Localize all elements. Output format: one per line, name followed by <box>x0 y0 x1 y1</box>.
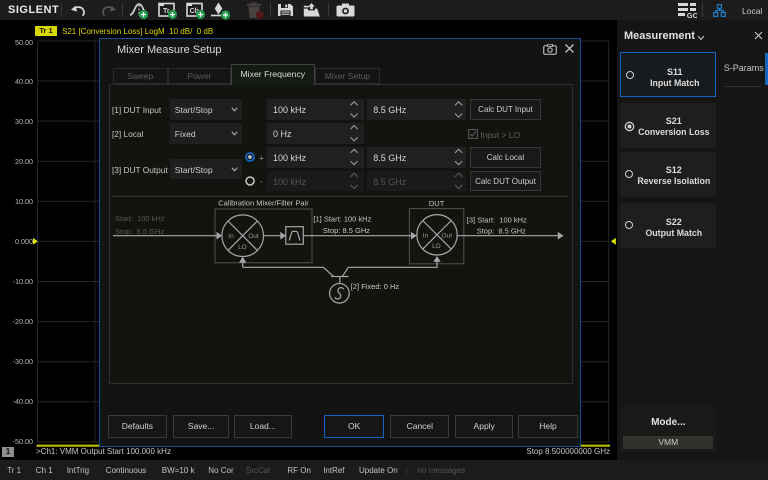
svg-text:Stop: 8.5 GHz: Stop: 8.5 GHz <box>323 226 370 235</box>
svg-text:LO: LO <box>238 244 247 251</box>
svg-text:Out: Out <box>248 233 259 240</box>
svg-text:Out: Out <box>442 232 453 239</box>
svg-text:Calibration Mixer/Filter Pair: Calibration Mixer/Filter Pair <box>218 199 309 208</box>
svg-text:Stop: 8.5 GHz: Stop: 8.5 GHz <box>477 226 526 235</box>
svg-text:DUT: DUT <box>429 199 445 208</box>
svg-text:[1] Start: 100 kHz: [1] Start: 100 kHz <box>313 215 371 224</box>
svg-text:[3] Start: 100 kHz: [3] Start: 100 kHz <box>467 215 527 224</box>
svg-text:Start: 100 kHz: Start: 100 kHz <box>115 214 165 223</box>
svg-text:In: In <box>423 232 429 239</box>
svg-text:In: In <box>228 233 234 240</box>
svg-text:Stop: 8.5 GHz: Stop: 8.5 GHz <box>115 227 164 236</box>
svg-text:[2] Fixed: 0 Hz: [2] Fixed: 0 Hz <box>351 282 400 291</box>
svg-text:GO: GO <box>687 11 697 18</box>
svg-text:LO: LO <box>432 243 441 250</box>
